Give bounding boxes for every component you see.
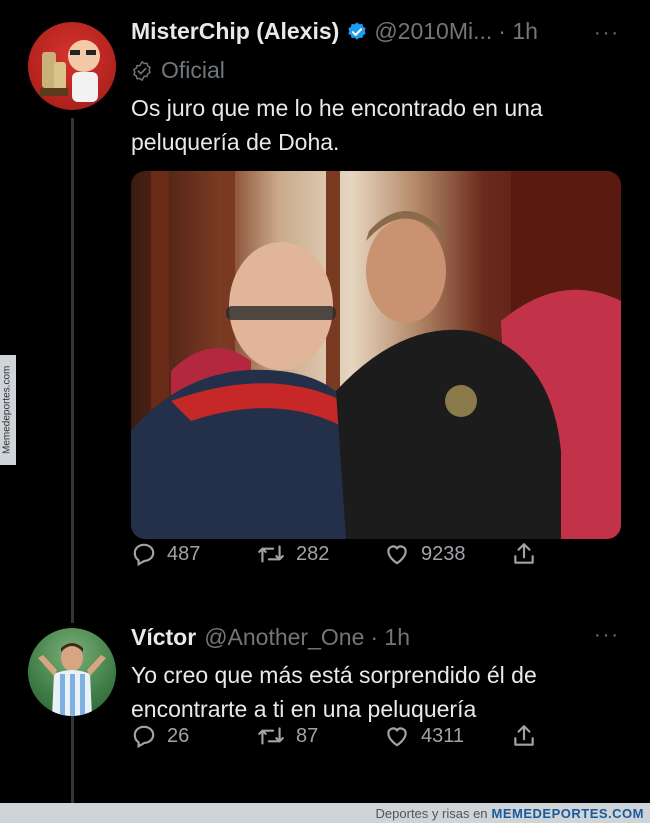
like-icon: [387, 545, 407, 565]
tweet2-text: Yo creo que más está sorprendido él de e…: [131, 662, 537, 722]
share-button-2[interactable]: [511, 723, 547, 749]
footer-brand[interactable]: MEMEDEPORTES.COM: [492, 806, 644, 821]
tweet1-official-label: Oficial: [131, 57, 225, 84]
official-label-text: Oficial: [161, 57, 225, 83]
reply-count-2: 26: [167, 724, 190, 747]
reply-icon: [133, 725, 155, 749]
tweet2-handle[interactable]: @Another_One: [204, 624, 364, 651]
photo-illustration: [131, 171, 621, 539]
avatar-misterchip[interactable]: [28, 22, 116, 110]
tweet1-handle[interactable]: @2010Mi...: [374, 18, 492, 45]
tweet2-header: Víctor @Another_One · 1h: [131, 624, 410, 651]
avatar-illustration-2: [38, 643, 106, 716]
retweet-icon: [258, 727, 284, 745]
share-icon: [514, 543, 534, 564]
tweet1-display-name[interactable]: MisterChip (Alexis): [131, 18, 339, 45]
tweet2-time[interactable]: · 1h: [370, 624, 410, 651]
like-icon: [387, 727, 407, 747]
retweet-button-2[interactable]: 87: [256, 723, 318, 749]
retweet-count: 282: [296, 542, 330, 565]
like-count-2: 4311: [421, 724, 465, 747]
tweet1-time[interactable]: · 1h: [498, 18, 538, 45]
tweet2-display-name[interactable]: Víctor: [131, 624, 196, 651]
like-button[interactable]: 9238: [383, 541, 466, 567]
tweet1-photo[interactable]: [131, 171, 621, 539]
reply-count: 487: [167, 542, 201, 565]
like-count: 9238: [421, 542, 466, 565]
like-button-2[interactable]: 4311: [383, 723, 464, 749]
retweet-icon: [258, 545, 284, 563]
avatar-illustration: [40, 40, 100, 102]
tweet1-header: MisterChip (Alexis) @2010Mi... · 1h: [131, 18, 538, 45]
footer-banner: Deportes y risas en MEMEDEPORTES.COM: [0, 803, 650, 823]
footer-prefix: Deportes y risas en: [375, 805, 488, 821]
more-icon-2[interactable]: ···: [594, 624, 620, 647]
reply-icon: [133, 543, 155, 567]
verified-icon: [346, 21, 368, 43]
retweet-button[interactable]: 282: [256, 541, 329, 567]
retweet-count-2: 87: [296, 724, 319, 747]
more-icon[interactable]: ···: [594, 22, 620, 45]
reply-button-2[interactable]: 26: [131, 723, 189, 749]
avatar-victor[interactable]: [28, 628, 116, 716]
reply-button[interactable]: 487: [131, 541, 200, 567]
thread-line: [71, 118, 74, 623]
side-watermark: Memedeportes.com: [0, 355, 16, 465]
share-button[interactable]: [511, 541, 547, 567]
thread-line-bottom: [71, 716, 74, 803]
tweet1-text: Os juro que me lo he encontrado en una p…: [131, 95, 543, 155]
share-icon: [514, 725, 534, 746]
official-badge-icon: [133, 60, 151, 81]
